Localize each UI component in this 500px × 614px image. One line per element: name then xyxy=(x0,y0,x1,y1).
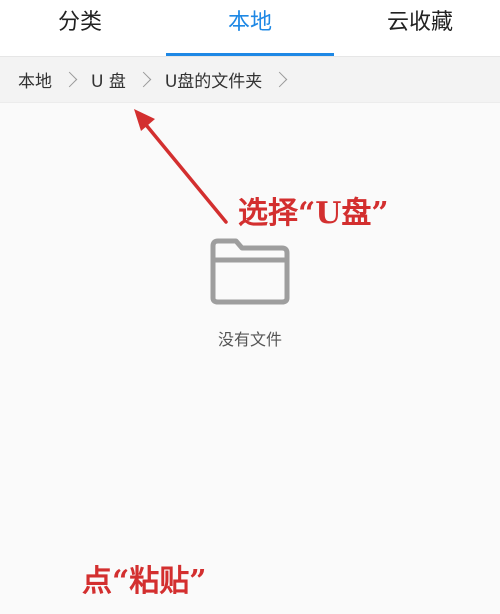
annotation-select-u-disk: 选择“U盘” xyxy=(238,196,389,231)
tab-bar: 分类 本地 云收藏 xyxy=(0,0,500,57)
breadcrumb: 本地 U 盘 U盘的文件夹 xyxy=(0,57,500,103)
tab-category[interactable]: 分类 xyxy=(10,0,150,56)
breadcrumb-u-disk[interactable]: U 盘 xyxy=(91,67,126,92)
tab-local[interactable]: 本地 xyxy=(166,0,334,56)
empty-state-text: 没有文件 xyxy=(217,330,282,349)
chevron-right-icon xyxy=(135,71,152,88)
breadcrumb-u-disk-folder[interactable]: U盘的文件夹 xyxy=(165,67,262,92)
chevron-right-icon xyxy=(272,71,288,88)
breadcrumb-local[interactable]: 本地 xyxy=(18,67,52,92)
folder-icon xyxy=(210,238,290,305)
active-tab-indicator xyxy=(166,53,334,56)
chevron-right-icon xyxy=(61,71,78,88)
tab-cloud-favorites[interactable]: 云收藏 xyxy=(350,0,490,56)
annotation-click-paste: 点“粘贴” xyxy=(82,564,207,599)
